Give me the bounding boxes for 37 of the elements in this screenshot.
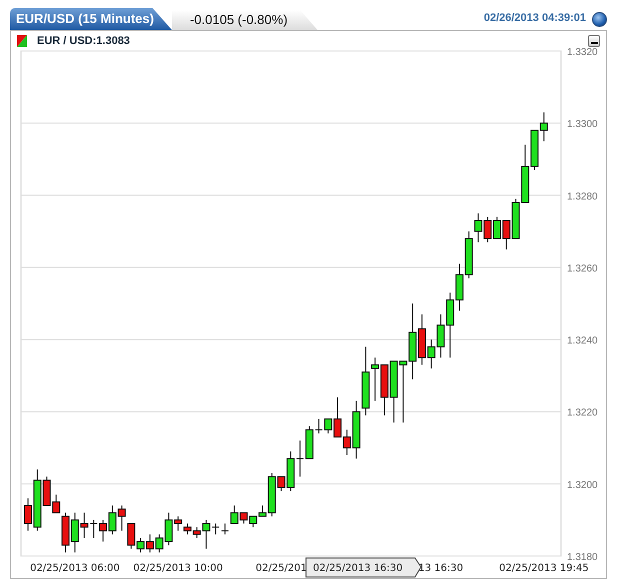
currency-flag-icon (17, 35, 27, 47)
candlestick (399, 360, 408, 424)
candlestick (380, 364, 388, 416)
candlestick (108, 505, 116, 535)
candlestick (521, 144, 530, 203)
legend-label: EUR / USD:1.3083 (37, 34, 130, 49)
x-axis-label: 02/25/2013 06:00 (30, 563, 120, 574)
x-axis-label: 02/25/2013 10:00 (133, 563, 223, 574)
y-axis-label: 1.3240 (567, 336, 598, 347)
candlestick (118, 505, 126, 532)
candlestick (99, 519, 108, 542)
candlestick (390, 360, 398, 424)
x-axis-label: 02/25/201 (256, 563, 307, 574)
tab[interactable]: -0.0105 (-0.80%) (172, 10, 318, 30)
y-axis-label: 1.3300 (567, 119, 598, 130)
y-axis-label: 1.3220 (567, 408, 598, 419)
candlestick (146, 534, 154, 553)
candlestick (183, 523, 192, 535)
candlestick (540, 112, 548, 142)
candlestick (455, 263, 464, 312)
candlestick (90, 519, 98, 538)
candlestick (502, 220, 510, 250)
timestamp: 02/26/2013 04:39:01 (484, 10, 586, 26)
candlestick (484, 216, 492, 243)
candlestick (512, 198, 520, 240)
y-axis-label: 1.3320 (567, 48, 598, 58)
y-axis-label: 1.3260 (567, 263, 598, 274)
y-axis-label: 1.3180 (567, 552, 598, 563)
candlestick (530, 130, 539, 171)
refresh-button[interactable] (592, 12, 607, 27)
x-axis-label: 02/25/2013 19:45 (499, 563, 589, 574)
y-axis-label: 1.3200 (567, 480, 598, 491)
tab[interactable]: EUR/USD (15 Minutes) (10, 8, 172, 30)
minimize-button[interactable] (588, 35, 600, 47)
y-axis-label: 1.3280 (567, 191, 598, 202)
candlestick (296, 440, 304, 478)
candlestick (249, 516, 258, 528)
